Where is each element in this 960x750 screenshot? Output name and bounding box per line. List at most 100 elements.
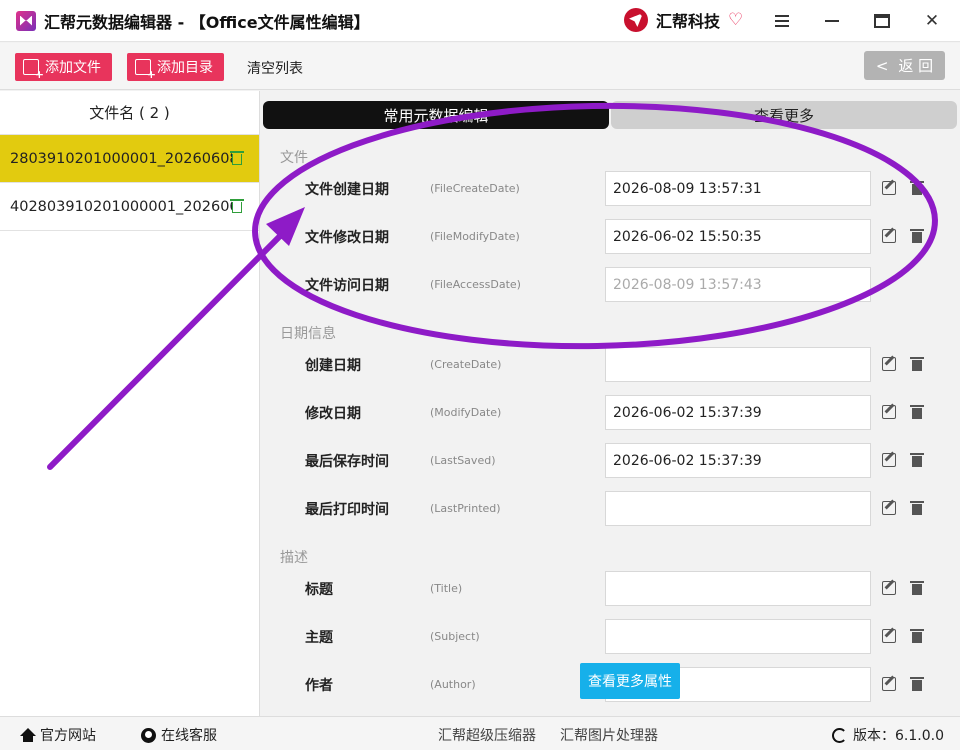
field-key: (FileAccessDate) [430,278,521,291]
file-modify-date-input[interactable]: 2026-06-02 15:50:35 [605,219,871,254]
back-label: 返 回 [898,57,934,75]
field-key: (LastPrinted) [430,502,501,515]
file-name: 402803910201000001_202606080 [10,198,232,215]
version-info: 版本：6.1.0.0 [832,725,944,745]
hamburger-icon [775,15,789,27]
edit-icon[interactable] [882,501,896,515]
toolbar: 添加文件 添加目录 清空列表 < 返 回 [0,43,960,90]
section-title-description: 描述 [280,550,308,566]
edit-icon[interactable] [882,357,896,371]
official-website-link[interactable]: 官方网站 [20,725,96,745]
maximize-icon [874,14,890,28]
support-icon [141,727,156,743]
edit-icon[interactable] [882,677,896,691]
field-label: 标题 [305,582,333,598]
modify-date-input[interactable]: 2026-06-02 15:37:39 [605,395,871,430]
online-support-label: 在线客服 [161,728,217,744]
home-icon [20,728,36,742]
last-printed-input[interactable] [605,491,871,526]
field-label: 创建日期 [305,358,361,374]
delete-icon[interactable] [910,629,924,643]
minimize-icon [825,20,839,22]
field-label: 作者 [305,678,333,694]
field-key: (ModifyDate) [430,406,502,419]
brand-logo-icon [624,8,648,32]
clear-list-button[interactable]: 清空列表 [247,58,303,78]
field-label: 文件修改日期 [305,230,389,246]
add-folder-icon [135,59,156,81]
window-title: 汇帮元数据编辑器 - 【Office文件属性编辑】 [44,12,370,32]
back-button[interactable]: < 返 回 [864,51,945,80]
heart-icon[interactable]: ♡ [728,11,743,29]
field-key: (FileModifyDate) [430,230,520,243]
delete-icon[interactable] [910,181,924,195]
field-key: (Subject) [430,630,480,643]
add-file-icon [23,59,44,81]
chevron-left-icon: < [875,56,889,75]
create-date-input[interactable] [605,347,871,382]
minimize-button[interactable] [818,8,846,34]
menu-button[interactable] [768,8,796,34]
delete-icon[interactable] [910,357,924,371]
field-label: 文件创建日期 [305,182,389,198]
compressor-link[interactable]: 汇帮超级压缩器 [438,725,536,745]
file-list-header: 文件名 ( 2 ) [0,91,259,135]
section-title-date: 日期信息 [280,326,336,342]
add-directory-label: 添加目录 [157,60,213,76]
edit-icon[interactable] [882,629,896,643]
delete-icon[interactable] [910,453,924,467]
edit-icon[interactable] [882,453,896,467]
delete-file-icon[interactable] [230,151,244,165]
field-key: (FileCreateDate) [430,182,520,195]
app-logo-icon [16,10,36,31]
title-input[interactable] [605,571,871,606]
last-saved-input[interactable]: 2026-06-02 15:37:39 [605,443,871,478]
delete-icon[interactable] [910,501,924,515]
file-name: 2803910201000001_20260608001 [10,150,232,167]
refresh-icon [832,727,847,743]
field-key: (Author) [430,678,476,691]
edit-icon[interactable] [882,405,896,419]
field-label: 修改日期 [305,406,361,422]
file-list-item[interactable]: 402803910201000001_202606080 [0,183,259,231]
brand: 汇帮科技 ♡ [624,8,743,32]
field-key: (CreateDate) [430,358,502,371]
status-bar: 官方网站 在线客服 汇帮超级压缩器 汇帮图片处理器 版本：6.1.0.0 [0,716,960,750]
field-key: (Title) [430,582,463,595]
version-label: 版本：6.1.0.0 [853,728,944,744]
file-list-panel: 文件名 ( 2 ) 2803910201000001_20260608001 4… [0,91,260,716]
maximize-button[interactable] [868,8,896,34]
field-label: 最后保存时间 [305,454,389,470]
tab-common-metadata[interactable]: 常用元数据编辑 [263,101,609,129]
section-title-file: 文件 [280,150,308,166]
field-key: (LastSaved) [430,454,496,467]
add-file-label: 添加文件 [45,60,101,76]
title-bar: 汇帮元数据编辑器 - 【Office文件属性编辑】 汇帮科技 ♡ ✕ [0,0,960,42]
file-create-date-input[interactable]: 2026-08-09 13:57:31 [605,171,871,206]
field-label: 主题 [305,630,333,646]
image-tool-link[interactable]: 汇帮图片处理器 [560,725,658,745]
close-icon: ✕ [924,11,940,31]
field-label: 文件访问日期 [305,278,389,294]
delete-icon[interactable] [910,405,924,419]
delete-file-icon[interactable] [230,199,244,213]
view-more-properties-button[interactable]: 查看更多属性 [580,663,680,699]
metadata-panel: 常用元数据编辑 查看更多 文件 文件创建日期 (FileCreateDate) … [261,91,960,716]
file-access-date-input: 2026-08-09 13:57:43 [605,267,871,302]
add-file-button[interactable]: 添加文件 [15,53,112,81]
edit-icon[interactable] [882,181,896,195]
close-button[interactable]: ✕ [918,8,946,34]
online-support-link[interactable]: 在线客服 [141,725,217,745]
delete-icon[interactable] [910,677,924,691]
add-directory-button[interactable]: 添加目录 [127,53,224,81]
tab-bar: 常用元数据编辑 查看更多 [263,101,957,129]
subject-input[interactable] [605,619,871,654]
edit-icon[interactable] [882,581,896,595]
file-list-item[interactable]: 2803910201000001_20260608001 [0,135,259,183]
official-website-label: 官方网站 [40,728,96,744]
delete-icon[interactable] [910,581,924,595]
brand-name: 汇帮科技 [656,12,721,31]
edit-icon[interactable] [882,229,896,243]
tab-view-more[interactable]: 查看更多 [611,101,957,129]
delete-icon[interactable] [910,229,924,243]
